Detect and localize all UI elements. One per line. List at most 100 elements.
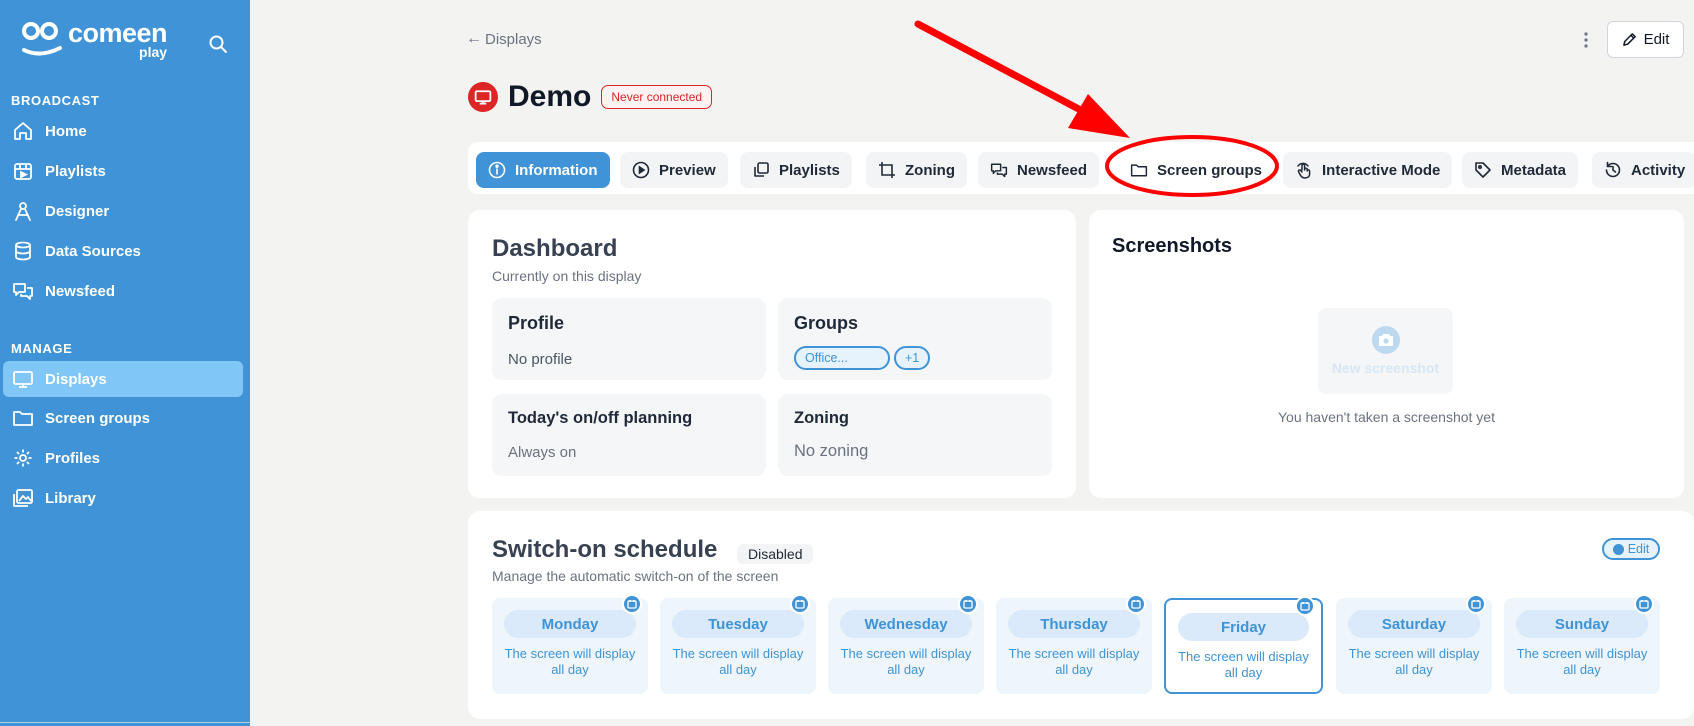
playlist-icon	[14, 163, 32, 180]
day-description: The screen will display all day	[504, 646, 636, 677]
pencil-icon	[1622, 33, 1636, 46]
designer-icon	[15, 202, 31, 221]
tab-activity[interactable]: Activity	[1592, 152, 1694, 188]
clock-icon	[1612, 543, 1624, 555]
sidebar-item-label: Profiles	[45, 449, 101, 467]
day-card-friday[interactable]: Friday The screen will display all day	[1164, 596, 1323, 694]
planning-tile[interactable]: Today's on/off planning Always on	[492, 394, 766, 476]
tab-interactive-mode[interactable]: Interactive Mode	[1283, 152, 1453, 188]
schedule-edit-label: Edit	[1627, 542, 1650, 556]
arrow-left-icon: ←	[466, 30, 482, 47]
touch-icon	[1297, 162, 1311, 179]
sidebar-item-label: Data Sources	[45, 242, 141, 260]
tab-label: Metadata	[1501, 161, 1567, 179]
zoning-tile[interactable]: Zoning No zoning	[778, 394, 1052, 476]
page-title: Demo	[508, 80, 592, 113]
sidebar-item-label: Home	[45, 122, 87, 140]
calendar-icon[interactable]	[1126, 594, 1146, 614]
schedule-status-badge: Disabled	[737, 544, 814, 564]
sidebar-item-screen-groups[interactable]: Screen groups	[3, 400, 243, 436]
sidebar-item-newsfeed[interactable]: Newsfeed	[3, 273, 243, 309]
day-card-saturday[interactable]: Saturday The screen will display all day	[1336, 594, 1492, 694]
day-description: The screen will display all day	[840, 646, 972, 677]
play-icon	[632, 161, 650, 179]
folder-icon	[1130, 164, 1148, 177]
tab-bar: Information Preview Playlists Zoning New…	[468, 142, 1694, 194]
new-screenshot-label: New screenshot	[1331, 360, 1440, 376]
sidebar-item-displays[interactable]: Displays	[3, 361, 243, 397]
info-icon	[488, 161, 506, 179]
group-tag[interactable]: Office...	[794, 346, 890, 370]
dashboard-card: Dashboard Currently on this display Prof…	[468, 210, 1076, 498]
screenshots-card: Screenshots New screenshot You haven't t…	[1089, 210, 1684, 498]
display-status-icon	[468, 82, 498, 112]
profile-tile[interactable]: Profile No profile	[492, 298, 766, 380]
tab-label: Playlists	[779, 161, 840, 179]
edit-button-label: Edit	[1643, 31, 1670, 48]
calendar-icon[interactable]	[1295, 596, 1315, 616]
back-label: Displays	[485, 30, 542, 48]
day-name: Monday	[504, 610, 636, 638]
day-description: The screen will display all day	[1178, 649, 1309, 680]
comeen-logo-icon	[22, 22, 62, 56]
day-card-thursday[interactable]: Thursday The screen will display all day	[996, 594, 1152, 694]
tab-label: Newsfeed	[1017, 161, 1088, 179]
day-card-wednesday[interactable]: Wednesday The screen will display all da…	[828, 594, 984, 694]
crop-icon	[879, 162, 895, 178]
tab-label: Information	[515, 161, 598, 179]
sidebar-item-designer[interactable]: Designer	[3, 193, 243, 229]
tab-playlists[interactable]: Playlists	[740, 152, 852, 188]
day-card-tuesday[interactable]: Tuesday The screen will display all day	[660, 594, 816, 694]
edit-button[interactable]: Edit	[1607, 21, 1684, 58]
day-name: Sunday	[1516, 610, 1648, 638]
sidebar-item-playlists[interactable]: Playlists	[3, 153, 243, 189]
sidebar: comeen play BROADCAST Home Playlists Des…	[0, 0, 250, 726]
logo[interactable]: comeen play	[20, 20, 168, 60]
zoning-tile-value: No zoning	[794, 442, 869, 460]
tab-label: Interactive Mode	[1322, 161, 1441, 179]
tab-preview[interactable]: Preview	[620, 152, 728, 188]
sidebar-divider	[0, 722, 250, 726]
tab-screen-groups[interactable]: Screen groups	[1118, 152, 1274, 188]
tab-newsfeed[interactable]: Newsfeed	[978, 152, 1100, 188]
copy-icon	[754, 162, 769, 177]
annotation-arrowhead	[1068, 94, 1130, 138]
database-icon	[15, 241, 31, 261]
day-card-monday[interactable]: Monday The screen will display all day	[492, 594, 648, 694]
logo-text: comeen play	[68, 20, 168, 60]
screenshots-empty-text: You haven't taken a screenshot yet	[1278, 409, 1495, 425]
search-icon[interactable]	[208, 34, 228, 54]
sidebar-item-library[interactable]: Library	[3, 480, 243, 516]
sidebar-item-data-sources[interactable]: Data Sources	[3, 233, 243, 269]
schedule-edit-button[interactable]: Edit	[1602, 538, 1660, 560]
calendar-icon[interactable]	[1634, 594, 1654, 614]
new-screenshot-button[interactable]: New screenshot	[1318, 308, 1453, 394]
title-row: Demo Never connected	[468, 80, 713, 114]
groups-tile-title: Groups	[794, 313, 859, 333]
history-icon	[1605, 161, 1621, 178]
day-card-sunday[interactable]: Sunday The screen will display all day	[1504, 594, 1660, 694]
more-options-icon[interactable]	[1580, 30, 1592, 50]
calendar-icon[interactable]	[790, 594, 810, 614]
groups-tile[interactable]: Groups Office... +1	[778, 298, 1052, 380]
tab-zoning[interactable]: Zoning	[866, 152, 967, 188]
calendar-icon[interactable]	[958, 594, 978, 614]
tab-label: Screen groups	[1157, 161, 1263, 179]
day-name: Saturday	[1348, 610, 1480, 638]
sidebar-item-home[interactable]: Home	[3, 113, 243, 149]
profile-tile-title: Profile	[508, 313, 565, 333]
status-badge: Never connected	[601, 85, 713, 109]
calendar-icon[interactable]	[622, 594, 642, 614]
sidebar-item-profiles[interactable]: Profiles	[3, 440, 243, 476]
manage-section-label: MANAGE	[11, 341, 73, 356]
display-icon	[13, 371, 33, 388]
back-link[interactable]: ← Displays	[466, 30, 542, 48]
sidebar-item-label: Screen groups	[45, 409, 151, 427]
tab-label: Activity	[1631, 161, 1686, 179]
tab-information[interactable]: Information	[476, 152, 610, 188]
home-icon	[14, 122, 32, 140]
tab-metadata[interactable]: Metadata	[1462, 152, 1579, 188]
annotation-arrow	[914, 20, 1094, 119]
calendar-icon[interactable]	[1466, 594, 1486, 614]
more-groups-tag[interactable]: +1	[894, 346, 931, 370]
